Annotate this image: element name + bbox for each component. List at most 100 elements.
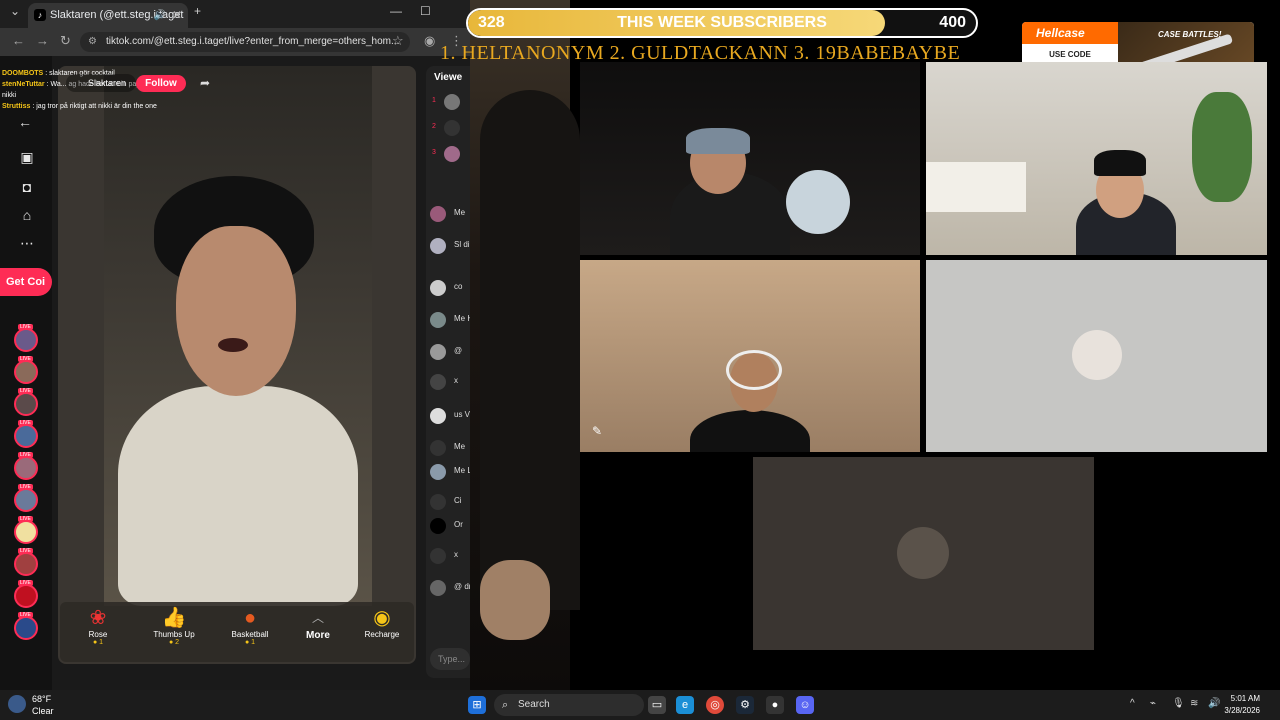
obs-icon[interactable]: ● [766,696,784,714]
live-avatar[interactable]: LIVE [14,484,38,512]
live-avatar[interactable]: LIVE [14,580,38,608]
more-gifts-button[interactable]: ︿ More [288,606,348,641]
get-coins-label: Get Coi [6,276,46,288]
gift-rose[interactable]: ❀ Rose ● 1 [68,606,128,646]
streamer-name[interactable]: Slaktaren [66,74,136,92]
chat-row: x [430,372,470,398]
mic-icon[interactable]: 🎙 [1172,698,1185,709]
discord-icon[interactable]: ☺ [796,696,814,714]
live-avatar[interactable]: LIVE [14,356,38,384]
webcam-1 [580,62,920,255]
live-avatar[interactable]: LIVE [14,612,38,640]
share-icon[interactable]: ➦ [200,76,210,90]
viewer-rank-row[interactable]: 2 [432,120,470,138]
tab-search-icon[interactable]: ⌄ [10,4,20,18]
viewer-rank-row[interactable]: 1 [432,94,470,112]
tiktok-live-page: ▣ ◘ ⌂ ⋯ Get Coi LIVE LIVE LIVE LIVE LIVE… [0,56,470,690]
follow-button[interactable]: Follow [136,75,186,92]
close-tab-icon[interactable]: ✕ [172,3,182,28]
task-view-icon[interactable]: ▭ [648,696,666,714]
get-coins-button[interactable]: Get Coi [0,268,52,296]
weather-widget[interactable]: 68°F Clear [8,693,54,717]
search-icon: ⌕ [502,699,509,711]
live-video[interactable] [58,66,416,664]
system-clock[interactable]: 5:01 AM 3/28/2026 [1224,693,1260,717]
use-code-label: USE CODE [1049,50,1091,59]
temperature: 68°F [32,694,52,704]
gift-bar: ❀ Rose ● 1 👍 Thumbs Up ● 2 ● Basketball … [60,602,414,662]
camera-icon[interactable]: ◘ [18,178,36,196]
back-arrow-icon[interactable]: ← [18,114,32,130]
maximize-icon[interactable]: ☐ [420,4,431,18]
headset [726,350,782,390]
live-avatar[interactable]: LIVE [14,516,38,544]
browser-window: ⌄ ♪ Slaktaren (@ett.steg.i.taget 🔊 ✕ + —… [0,0,470,690]
audio-icon[interactable]: 🔊 [154,3,166,28]
windows-taskbar: 68°F Clear ⊞ ⌕ Search ▭ e ◎ ⚙ ● ☺ ^ ⌁ 🎙 … [0,690,1280,720]
chat-message: Struttiss : jag tror på riktigt att nikk… [2,103,157,110]
viewer-rank-row[interactable]: 3 [432,146,470,164]
webcam-2 [926,62,1267,255]
bookmark-star-icon[interactable]: ☆ [392,33,404,49]
webcam-5-avatar [753,457,1094,650]
reload-icon[interactable]: ↻ [60,33,71,49]
live-avatar[interactable]: LIVE [14,452,38,480]
taskbar-search[interactable]: ⌕ Search [494,694,644,716]
back-icon[interactable]: ← [12,33,25,48]
clock-time: 5:01 AM [1230,694,1260,703]
gift-basketball[interactable]: ● Basketball ● 1 [220,606,280,646]
subscriber-goal-bar: THIS WEEK SUBSCRIBERS 328 400 [466,8,978,38]
url-input[interactable]: ⚙ tiktok.com/@ett.steg.i.taget/live?ente… [80,32,410,52]
chevron-up-icon: ︿ [311,611,324,625]
live-avatar[interactable]: LIVE [14,324,38,352]
subscriber-goal: 400 [939,14,966,31]
tab-tiktok-live[interactable]: ♪ Slaktaren (@ett.steg.i.taget 🔊 ✕ [28,3,188,28]
edge-icon[interactable]: e [676,696,694,714]
gift-thumbs-up[interactable]: 👍 Thumbs Up ● 2 [144,606,204,646]
volume-icon[interactable]: 🔊 [1208,698,1220,709]
coin-icon: ◉ [373,607,391,629]
thumbs-up-icon: 👍 [161,607,187,629]
chat-row: @ [430,342,470,368]
tab-bar: ⌄ ♪ Slaktaren (@ett.steg.i.taget 🔊 ✕ + —… [0,0,470,28]
new-tab-icon[interactable]: + [194,4,201,18]
chat-row: x [430,546,470,572]
minimize-icon[interactable]: — [390,4,402,18]
chat-row: Or [430,516,470,542]
network-icon[interactable]: ⌁ [1150,698,1156,709]
mic-muted-icon: ✎ [592,424,603,438]
case-battles-label: CASE BATTLES! [1158,30,1222,39]
live-avatar[interactable]: LIVE [14,548,38,576]
tray-overflow-icon[interactable]: ^ [1130,698,1135,709]
webcam-4-avatar [926,260,1267,452]
site-info-icon[interactable]: ⚙ [88,32,97,52]
hellcase-logo: Hellcase [1022,22,1118,44]
chat-row: Sl di [430,236,470,262]
subscriber-count: 328 [478,14,505,31]
chrome-icon[interactable]: ◎ [706,696,724,714]
fan-object [786,170,850,234]
wifi-icon[interactable]: ≋ [1190,698,1198,709]
chat-row: us Vf [430,406,470,432]
weather-icon [8,695,26,713]
chat-row: Me Ly [430,462,470,488]
forward-icon[interactable]: → [36,33,49,48]
profile-rail-icon[interactable]: ⌂ [18,206,36,224]
chat-row: @ dri [430,578,470,604]
background-artwork [470,0,580,690]
url-text: tiktok.com/@ett.steg.i.taget/live?enter_… [106,36,400,47]
more-icon[interactable]: ⋯ [18,234,36,252]
recharge-button[interactable]: ◉ Recharge [352,606,412,639]
live-tv-icon[interactable]: ▣ [18,148,36,166]
windows-start-icon[interactable]: ⊞ [468,696,486,714]
tiktok-icon: ♪ [34,9,46,21]
live-avatar[interactable]: LIVE [14,388,38,416]
steam-icon[interactable]: ⚙ [736,696,754,714]
chat-input[interactable]: Type... [430,648,470,670]
profile-icon[interactable]: ◉ [424,33,435,49]
live-avatar[interactable]: LIVE [14,420,38,448]
chat-row: Me Ha [430,310,470,336]
chat-row: Me [430,438,470,464]
address-bar: ← → ↻ ⚙ tiktok.com/@ett.steg.i.taget/liv… [0,28,470,56]
clock-date: 3/28/2026 [1224,706,1260,715]
